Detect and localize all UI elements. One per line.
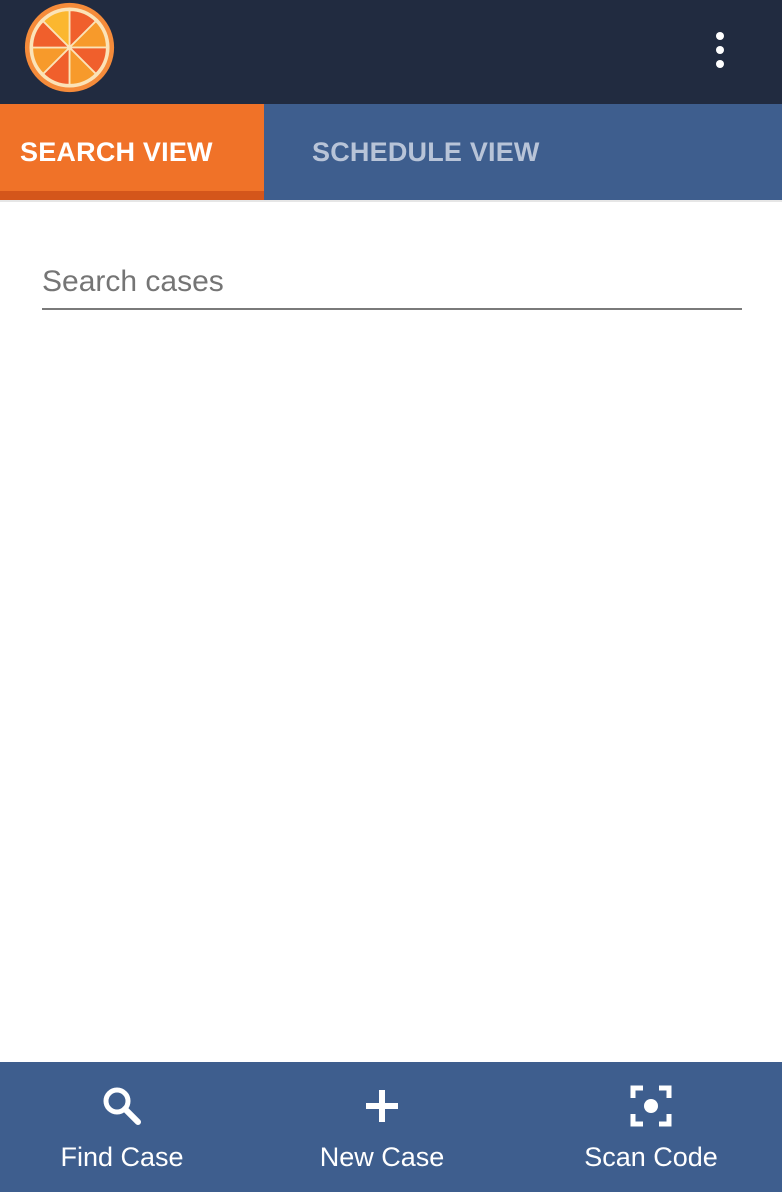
tab-label: SEARCH VIEW (20, 136, 213, 167)
new-case-button[interactable]: New Case (282, 1062, 482, 1192)
orange-slice-logo (24, 2, 115, 93)
find-case-button[interactable]: Find Case (22, 1062, 222, 1192)
scan-code-icon (629, 1084, 673, 1128)
plus-icon (360, 1084, 404, 1128)
view-tabs: SEARCH VIEW SCHEDULE VIEW (0, 104, 782, 200)
more-vertical-icon-dot (716, 46, 724, 54)
app-screen: SEARCH VIEW SCHEDULE VIEW Find Case (0, 0, 782, 1192)
more-vertical-icon-dot (716, 60, 724, 68)
search-field (42, 258, 742, 310)
divider (0, 200, 782, 202)
tab-label: SCHEDULE VIEW (312, 136, 540, 167)
tab-schedule-view[interactable]: SCHEDULE VIEW (264, 104, 782, 200)
find-case-label: Find Case (60, 1142, 184, 1172)
search-input[interactable] (42, 258, 742, 306)
active-tab-indicator (0, 191, 264, 200)
scan-code-label: Scan Code (584, 1142, 718, 1172)
more-options-button[interactable] (702, 28, 738, 72)
tab-search-view[interactable]: SEARCH VIEW (0, 104, 264, 200)
new-case-label: New Case (319, 1142, 445, 1172)
search-icon (100, 1084, 144, 1128)
scan-code-button[interactable]: Scan Code (551, 1062, 751, 1192)
app-header (0, 0, 782, 104)
more-vertical-icon (716, 32, 724, 40)
bottom-navigation: Find Case New Case Scan Code (0, 1062, 782, 1192)
